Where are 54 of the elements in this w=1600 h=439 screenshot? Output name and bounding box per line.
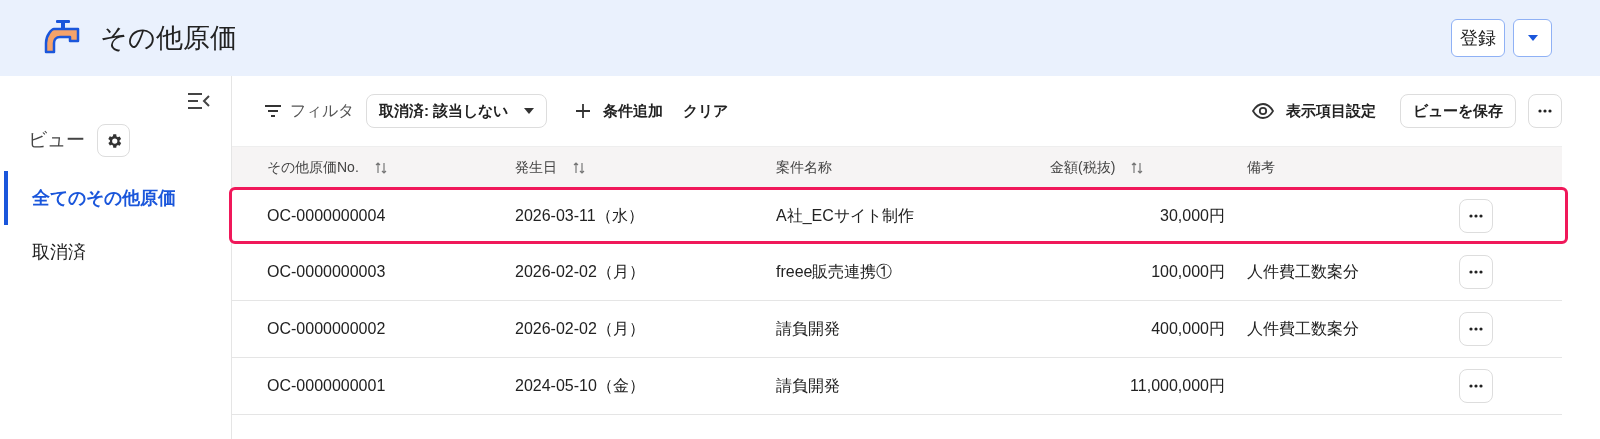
more-icon — [1538, 109, 1552, 113]
section-label: ビュー — [28, 128, 85, 153]
display-settings-button[interactable]: 表示項目設定 — [1286, 99, 1376, 123]
column-header[interactable]: 金額(税抜) — [1050, 157, 1144, 178]
more-icon — [1469, 213, 1483, 218]
sidebar-item[interactable]: 取消済 — [4, 225, 231, 279]
caret-icon — [1527, 35, 1538, 41]
filter-label: フィルタ — [290, 101, 354, 121]
more-icon — [1469, 327, 1483, 331]
table-cell-text: OC-0000000004 — [267, 205, 386, 226]
table-cell-text: 人件費工数案分 — [1247, 262, 1359, 282]
row-menu-button[interactable] — [1459, 369, 1493, 403]
table-cell-text: 人件費工数案分 — [1247, 319, 1359, 339]
table-cell-text: OC-0000000001 — [267, 376, 386, 396]
table-cell-text: 400,000円 — [1151, 319, 1225, 339]
table-cell-text: 請負開発 — [776, 319, 840, 339]
eye-icon — [1252, 103, 1274, 119]
table-cell-text: 100,000円 — [1151, 262, 1225, 282]
column-header[interactable]: 発生日 — [515, 157, 585, 178]
row-menu-button[interactable] — [1459, 312, 1493, 346]
column-header[interactable]: その他原価No. — [267, 157, 387, 178]
caret-icon — [524, 108, 535, 114]
table-cell-text: 2026-03-11（水） — [515, 205, 644, 226]
sort-icon — [1131, 160, 1144, 175]
table-cell-text: OC-0000000003 — [267, 262, 386, 282]
page-title: その他原価 — [100, 21, 237, 55]
save-view-button[interactable]: ビューを保存 — [1400, 94, 1516, 128]
table-cell-text: OC-0000000002 — [267, 319, 386, 339]
filter-chip[interactable]: 取消済: 該当しない — [366, 94, 548, 128]
table-cell-text: 11,000,000円 — [1130, 376, 1225, 396]
table-cell-text: 2024-05-10（金） — [515, 376, 645, 396]
plus-icon — [575, 103, 592, 119]
column-header: 備考 — [1247, 158, 1275, 177]
row-menu-button[interactable] — [1459, 198, 1493, 233]
more-icon — [1469, 270, 1483, 274]
sort-icon — [573, 160, 585, 175]
row-menu-button[interactable] — [1459, 255, 1493, 289]
sort-icon — [374, 160, 387, 175]
column-header: 案件名称 — [776, 158, 832, 177]
table-cell-text: 2026-02-02（月） — [515, 319, 645, 339]
table-cell-text: 30,000円 — [1160, 205, 1225, 226]
collapse-sidebar-icon[interactable] — [187, 92, 211, 110]
table-cell-text: freee販売連携① — [776, 262, 893, 282]
more-button[interactable] — [1528, 94, 1562, 128]
add-condition-button[interactable]: 条件追加 — [603, 99, 664, 123]
table-cell-text: 2026-02-02（月） — [515, 262, 645, 282]
filter-icon — [264, 105, 282, 117]
table-cell-text: 請負開発 — [776, 376, 840, 396]
more-icon — [1469, 384, 1483, 388]
settings-button[interactable] — [97, 124, 130, 157]
register-button[interactable]: 登録 — [1451, 19, 1505, 57]
clear-button[interactable]: クリア — [683, 99, 729, 123]
dropdown-button[interactable] — [1513, 19, 1552, 57]
table-cell-text: A社_ECサイト制作 — [776, 205, 914, 226]
